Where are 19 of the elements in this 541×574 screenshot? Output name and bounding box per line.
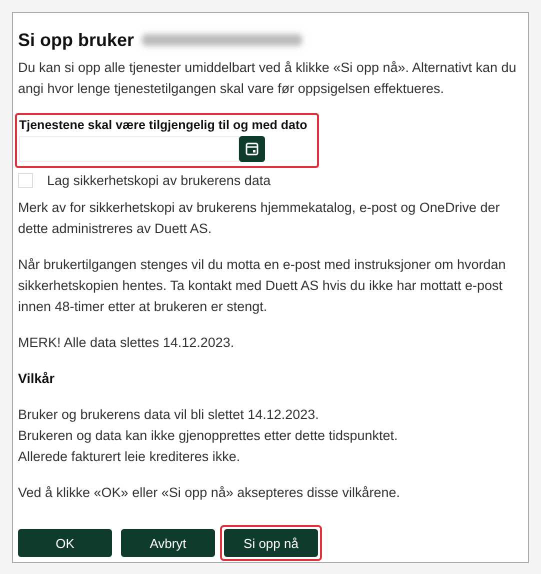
dialog-button[interactable]: Si opp nå bbox=[224, 529, 318, 557]
body-text: Ved å klikke «OK» eller «Si opp nå» aksepteres disse vilkårene. bbox=[18, 484, 401, 502]
backup-checkbox[interactable] bbox=[18, 173, 33, 188]
calendar-button[interactable] bbox=[239, 136, 265, 162]
intro-text: Du kan si opp alle tjenester umiddelbart ved å klikke «Si opp nå». Alternativt kan du angi hvor lenge tjenestetilgangen skal vare før oppsigelsen effektueres. bbox=[18, 59, 518, 98]
term-line: Bruker og brukerens data vil bli slettet 14.12.2023. bbox=[18, 406, 320, 424]
body-text: MERK! Alle data slettes 14.12.2023. bbox=[18, 334, 236, 352]
body-text: Når brukertilgangen stenges vil du motta en e-post med instruksjoner om hvordan sikkerhetskopien hentes. Ta kontakt med Duett AS hvis du ikke har mottatt e-post innen 48-timer etter at brukeren er stengt. bbox=[18, 256, 507, 316]
term-line: Brukeren og data kan ikke gjenopprettes etter dette tidspunktet. bbox=[18, 427, 399, 445]
dialog-button[interactable]: OK bbox=[18, 529, 112, 557]
calendar-icon bbox=[245, 142, 259, 156]
term-line: Allerede fakturert leie krediteres ikke. bbox=[18, 448, 242, 466]
body-text: Merk av for sikkerhetskopi av brukerens hjemmekatalog, e-post og OneDrive der dette administreres av Duett AS. bbox=[18, 199, 501, 238]
backup-label: Lag sikkerhetskopi av brukerens data bbox=[47, 172, 271, 190]
dialog-title: Si opp bruker bbox=[18, 29, 134, 52]
date-label: Tjenestene skal være tilgjengelig til og med dato bbox=[19, 117, 308, 134]
dialog-button[interactable]: Avbryt bbox=[121, 529, 215, 557]
date-field[interactable] bbox=[19, 136, 239, 162]
section-heading: Vilkår bbox=[18, 370, 56, 388]
